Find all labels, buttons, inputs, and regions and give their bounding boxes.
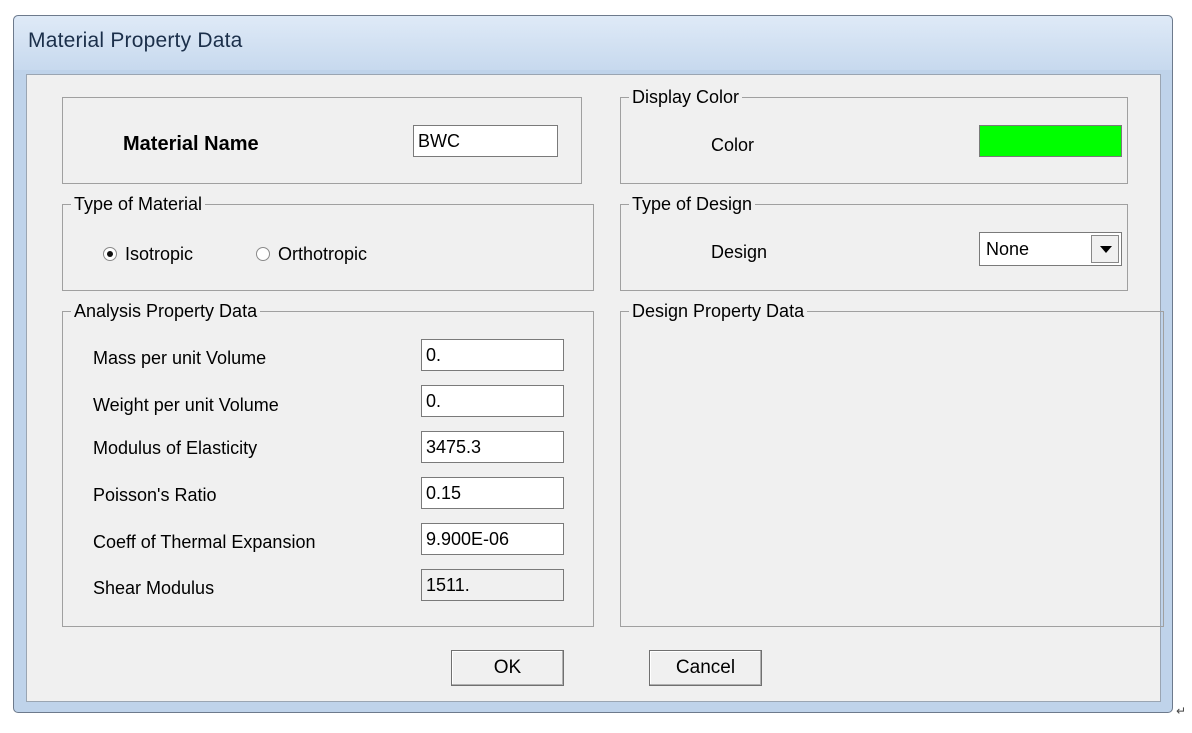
resize-grip-icon: ↵ — [1176, 704, 1187, 718]
design-property-legend: Design Property Data — [629, 300, 808, 322]
shear-modulus-label: Shear Modulus — [93, 578, 215, 598]
mass-per-unit-volume-label: Mass per unit Volume — [93, 348, 267, 368]
cancel-button[interactable]: Cancel — [649, 650, 762, 686]
shear-modulus-input: 1511. — [421, 569, 564, 601]
coeff-thermal-expansion-input[interactable]: 9.900E-06 — [421, 523, 564, 555]
ok-button[interactable]: OK — [451, 650, 564, 686]
type-of-design-panel: Type of Design Design None — [620, 193, 1128, 291]
poissons-ratio-label: Poisson's Ratio — [93, 485, 217, 505]
poissons-ratio-input[interactable]: 0.15 — [421, 477, 564, 509]
modulus-of-elasticity-input[interactable]: 3475.3 — [421, 431, 564, 463]
weight-per-unit-volume-input[interactable]: 0. — [421, 385, 564, 417]
design-dropdown-value: None — [986, 239, 1030, 259]
material-name-panel: Material Name BWC — [62, 97, 582, 184]
coeff-thermal-expansion-label: Coeff of Thermal Expansion — [93, 532, 316, 552]
isotropic-radio[interactable] — [103, 247, 117, 261]
material-name-label: Material Name — [123, 133, 259, 155]
dialog-window: Material Property Data Material Name BWC… — [13, 15, 1173, 713]
dropdown-arrow-button[interactable] — [1091, 235, 1119, 263]
orthotropic-label[interactable]: Orthotropic — [278, 243, 367, 265]
dialog-client-area: Material Name BWC Display Color Color Ty… — [26, 74, 1164, 702]
type-of-design-legend: Type of Design — [629, 193, 756, 215]
title-bar[interactable]: Material Property Data — [14, 16, 1172, 70]
radio-selected-dot — [107, 251, 113, 257]
display-color-legend: Display Color — [629, 86, 743, 108]
analysis-property-legend: Analysis Property Data — [71, 300, 261, 322]
design-property-panel: Design Property Data — [620, 300, 1164, 627]
color-swatch-button[interactable] — [979, 125, 1122, 157]
weight-per-unit-volume-label: Weight per unit Volume — [93, 395, 279, 415]
design-label: Design — [711, 242, 768, 262]
type-of-material-legend: Type of Material — [71, 193, 206, 215]
orthotropic-radio[interactable] — [256, 247, 270, 261]
window-title: Material Property Data — [28, 29, 243, 52]
analysis-property-panel: Analysis Property Data Mass per unit Vol… — [62, 300, 594, 627]
design-dropdown[interactable]: None — [979, 232, 1122, 266]
chevron-down-icon — [1100, 246, 1112, 253]
modulus-of-elasticity-label: Modulus of Elasticity — [93, 438, 258, 458]
material-name-input[interactable]: BWC — [413, 125, 558, 157]
type-of-material-panel: Type of Material Isotropic Orthotropic — [62, 193, 594, 291]
color-label: Color — [711, 135, 755, 155]
mass-per-unit-volume-input[interactable]: 0. — [421, 339, 564, 371]
isotropic-label[interactable]: Isotropic — [125, 243, 193, 265]
display-color-panel: Display Color Color — [620, 86, 1128, 184]
